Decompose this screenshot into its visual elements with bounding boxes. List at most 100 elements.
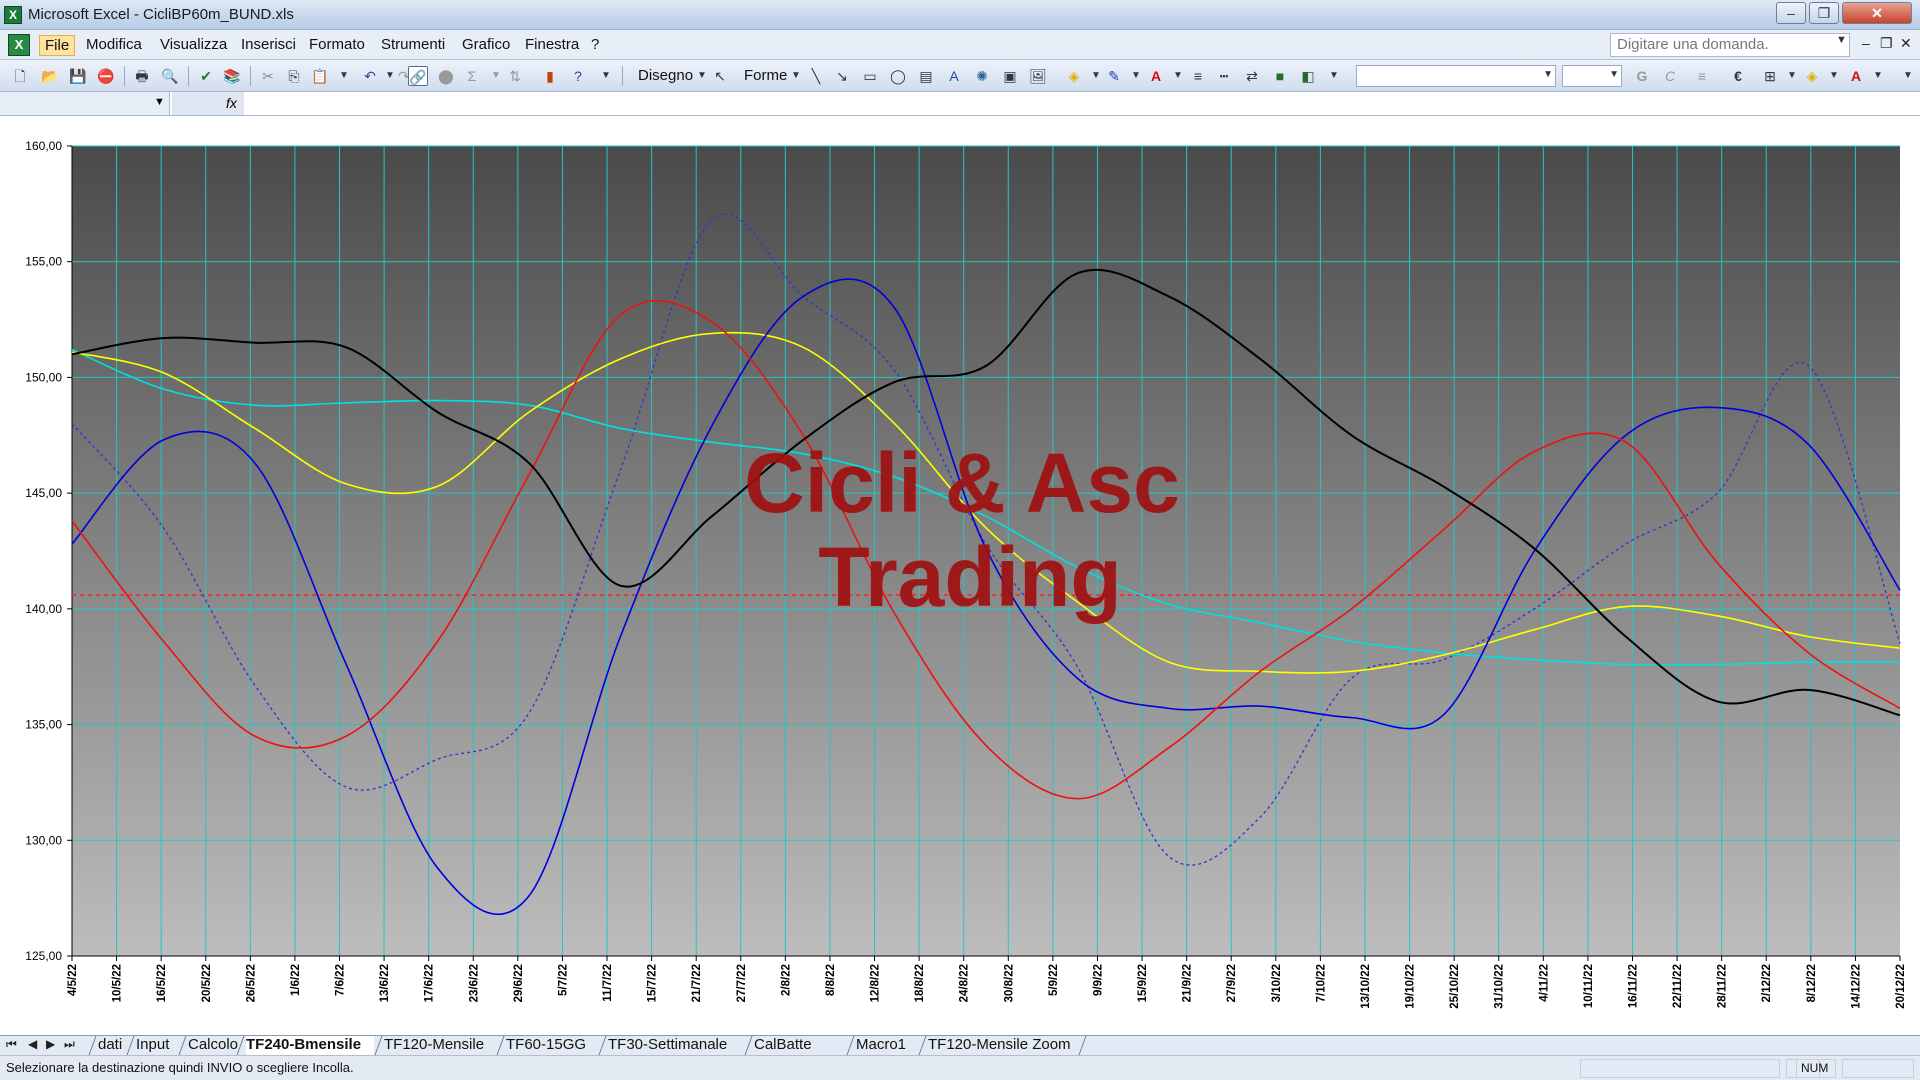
align-center-icon[interactable]: ≡ — [1692, 66, 1712, 86]
sheet-tab[interactable]: CalBatte — [754, 1036, 846, 1055]
text-color-dropdown-icon[interactable]: ▼ — [1868, 66, 1888, 86]
shapes-menu[interactable]: Forme — [744, 67, 787, 84]
dash-style-icon[interactable]: ┅ — [1214, 66, 1234, 86]
text-color-icon[interactable]: A — [1846, 66, 1866, 86]
x-tick-label: 18/8/22 — [914, 964, 926, 1002]
arrow-icon[interactable]: ↘ — [832, 66, 852, 86]
drawing-options-icon[interactable]: ▼ — [1324, 66, 1344, 86]
wordart-icon[interactable]: A — [944, 66, 964, 86]
font-color-dropdown-icon[interactable]: ▼ — [1168, 66, 1188, 86]
menu-inserisci[interactable]: Inserisci — [236, 35, 301, 56]
line-icon[interactable]: ╲ — [806, 66, 826, 86]
sheet-tab[interactable]: TF120-Mensile — [384, 1036, 496, 1055]
menu-modifica[interactable]: Modifica — [81, 35, 147, 56]
line-style-icon[interactable]: ≡ — [1188, 66, 1208, 86]
arrow-style-icon[interactable]: ⇄ — [1242, 66, 1262, 86]
sort-icon[interactable]: ⇅ — [505, 66, 525, 86]
font-name-combo[interactable]: ▼ — [1356, 65, 1556, 87]
shapes-dropdown-icon[interactable]: ▼ — [786, 66, 806, 86]
permission-icon[interactable]: ⛔ — [96, 66, 116, 86]
print-preview-icon[interactable]: 🔍 — [160, 66, 180, 86]
font-name-dropdown-icon[interactable]: ▼ — [1543, 69, 1553, 80]
shadow-style-icon[interactable]: ■ — [1270, 66, 1290, 86]
fill-color-icon[interactable]: ◈ — [1064, 66, 1084, 86]
ask-dropdown-icon[interactable]: ▼ — [1836, 34, 1850, 46]
copy-icon[interactable]: ⎘ — [284, 66, 304, 86]
italic-icon[interactable]: C — [1660, 66, 1680, 86]
minimize-button[interactable]: – — [1776, 2, 1806, 24]
font-size-dropdown-icon[interactable]: ▼ — [1609, 69, 1619, 80]
highlight-dropdown-icon[interactable]: ▼ — [1824, 66, 1844, 86]
menu-visualizza[interactable]: Visualizza — [155, 35, 232, 56]
toolbar-options-icon[interactable]: ▼ — [1898, 66, 1918, 86]
maximize-icon[interactable]: ❐ — [1809, 2, 1839, 24]
menu-grafico[interactable]: Grafico — [457, 35, 515, 56]
paste-dropdown-icon[interactable]: ▼ — [334, 66, 354, 86]
sheet-tab[interactable]: TF120-Mensile Zoom — [928, 1036, 1078, 1055]
select-pointer-icon[interactable]: ↖ — [710, 66, 730, 86]
chart-area[interactable]: 160,00 155,00 150,00 145,00 140,00 135,00 130,… — [0, 116, 1920, 1035]
font-color-icon[interactable]: A — [1146, 66, 1166, 86]
fill-color-dropdown-icon[interactable]: ▼ — [1086, 66, 1106, 86]
rectangle-icon[interactable]: ▭ — [860, 66, 880, 86]
autosum-dropdown-icon[interactable]: ▼ — [486, 66, 506, 86]
name-box-dropdown-icon[interactable]: ▼ — [154, 96, 165, 108]
options-dropdown-icon[interactable]: ▼ — [596, 66, 616, 86]
sheet-tab[interactable]: Input — [136, 1036, 178, 1055]
excel-app-icon[interactable]: X — [4, 6, 22, 24]
bold-icon[interactable]: G — [1632, 66, 1652, 86]
menu-help[interactable]: ? — [586, 35, 604, 56]
fx-icon[interactable]: fx — [172, 92, 244, 115]
doc-minimize-icon[interactable]: – — [1862, 35, 1870, 51]
last-sheet-icon[interactable]: ⏭ — [64, 1037, 75, 1052]
doc-close-icon[interactable]: ✕ — [1900, 35, 1912, 52]
diagram-icon[interactable]: ✺ — [972, 66, 992, 86]
next-sheet-icon[interactable]: ▶ — [46, 1037, 55, 1051]
font-size-combo[interactable]: ▼ — [1562, 65, 1622, 87]
euro-icon[interactable]: € — [1728, 66, 1748, 86]
menu-finestra[interactable]: Finestra — [520, 35, 584, 56]
3d-style-icon[interactable]: ◧ — [1298, 66, 1318, 86]
highlight-color-icon[interactable]: ◈ — [1802, 66, 1822, 86]
sheet-tab[interactable]: Calcolo — [188, 1036, 238, 1055]
borders-dropdown-icon[interactable]: ▼ — [1782, 66, 1802, 86]
borders-icon[interactable]: ⊞ — [1760, 66, 1780, 86]
doc-restore-icon[interactable]: ❐ — [1880, 35, 1893, 52]
paste-icon[interactable]: 📋 — [310, 66, 330, 86]
drawing-dropdown-icon[interactable]: ▼ — [692, 66, 712, 86]
menu-formato[interactable]: Formato — [304, 35, 370, 56]
line-color-icon[interactable]: ✎ — [1104, 66, 1124, 86]
cut-icon[interactable]: ✂ — [258, 66, 278, 86]
sheet-tab[interactable]: TF60-15GG — [506, 1036, 598, 1055]
sheet-tab[interactable]: TF240-Bmensile — [246, 1036, 374, 1055]
first-sheet-icon[interactable]: ⏮ — [6, 1037, 17, 1052]
oval-icon[interactable]: ◯ — [888, 66, 908, 86]
sheet-tab[interactable]: Macro1 — [856, 1036, 918, 1055]
close-button[interactable]: ✕ — [1842, 2, 1912, 24]
chart[interactable]: 160,00 155,00 150,00 145,00 140,00 135,00 130,… — [0, 116, 1920, 1035]
name-box[interactable]: ▼ — [0, 92, 170, 115]
open-icon[interactable]: 📂 — [40, 66, 60, 86]
workbook-icon[interactable]: X — [8, 34, 30, 56]
sheet-tab[interactable]: TF30-Settimanale — [608, 1036, 744, 1055]
line-color-dropdown-icon[interactable]: ▼ — [1126, 66, 1146, 86]
print-icon[interactable]: 🖶 — [132, 66, 152, 86]
save-icon[interactable]: 💾 — [68, 66, 88, 86]
ask-question-input[interactable]: Digitare una domanda. — [1610, 33, 1850, 57]
autosum-icon[interactable]: Σ — [462, 66, 482, 86]
new-icon[interactable]: 🗋 — [10, 66, 30, 86]
menu-file[interactable]: File — [39, 35, 76, 56]
picture-icon[interactable]: 🖼 — [1028, 66, 1048, 86]
help-icon[interactable]: ? — [568, 66, 588, 86]
drawing-menu[interactable]: Disegno — [638, 67, 693, 84]
clipart-icon[interactable]: ▣ — [1000, 66, 1020, 86]
textbox-icon[interactable]: ▤ — [916, 66, 936, 86]
prev-sheet-icon[interactable]: ◀ — [28, 1037, 37, 1051]
hyperlink-icon[interactable]: 🔗 — [408, 66, 428, 86]
chart-wizard-disabled-icon[interactable]: ⬤ — [436, 66, 456, 86]
undo-icon[interactable]: ↶ — [360, 66, 380, 86]
research-icon[interactable]: 📚 — [222, 66, 242, 86]
menu-strumenti[interactable]: Strumenti — [376, 35, 450, 56]
chart-icon[interactable]: ▮ — [540, 66, 560, 86]
spelling-icon[interactable]: ✔ — [196, 66, 216, 86]
